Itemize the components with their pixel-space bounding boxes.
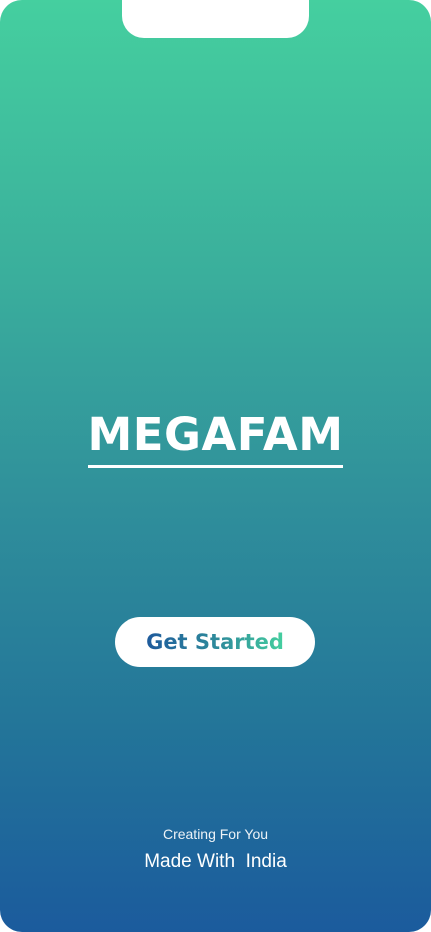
get-started-button[interactable]: Get Started	[115, 617, 315, 667]
footer-tagline: Creating For You	[162, 826, 269, 842]
get-started-label: Get Started	[146, 630, 284, 654]
brand-title: MEGAFAM	[87, 407, 344, 468]
device-notch	[122, 0, 309, 38]
splash-screen: MEGAFAM Get Started Creating For You Mad…	[0, 0, 431, 932]
footer-made-with: Made With India	[144, 851, 287, 872]
brand-block: MEGAFAM	[0, 407, 431, 468]
